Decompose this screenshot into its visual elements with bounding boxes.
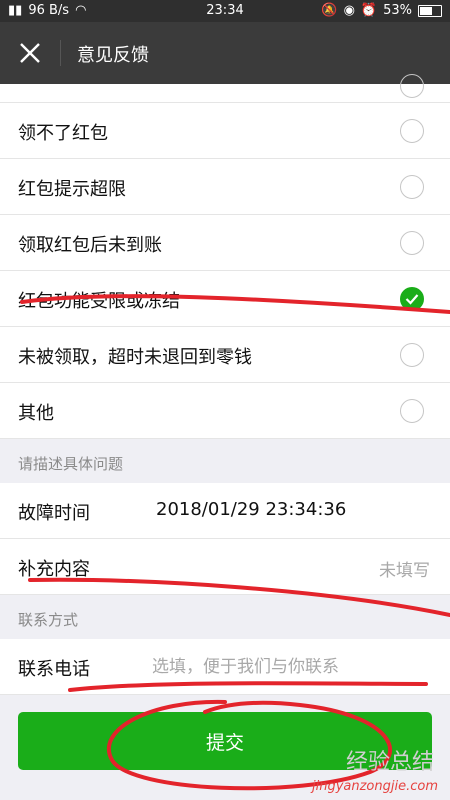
supplement-label: 补充内容 [18,559,90,580]
option-label: 领不了红包 [18,123,108,144]
alarm-icon: ⏰ [360,3,378,18]
option-label: 红包功能受限或冻结 [18,291,180,312]
supplement-status: 未填写 [379,561,430,581]
mute-icon: 🔕 [321,3,338,18]
submit-label: 提交 [205,731,244,754]
feedback-form: 领不了红包 红包提示超限 领取红包后未到账 红包功能受限或冻结 未被领取，超时未… [0,74,450,695]
phone-row: 联系电话 [0,639,450,695]
phone-label: 联系电话 [18,659,90,680]
checkmark-icon[interactable] [400,287,424,311]
close-button[interactable] [12,35,48,71]
radio-icon[interactable] [400,231,424,255]
section-label: 联系方式 [18,611,79,629]
contact-section-header: 联系方式 [0,595,450,639]
option-row[interactable]: 其他 [0,383,450,439]
radio-icon[interactable] [400,74,424,98]
radio-icon[interactable] [400,399,424,423]
clock: 23:34 [206,3,244,18]
title-bar: 意见反馈 [0,22,450,84]
option-label: 红包提示超限 [18,179,126,200]
battery-icon [418,4,442,17]
option-row[interactable]: 未被领取，超时未退回到零钱 [0,327,450,383]
section-label: 请描述具体问题 [18,455,124,473]
fault-time-label: 故障时间 [18,503,90,524]
option-label: 其他 [18,403,54,424]
option-row[interactable]: 红包提示超限 [0,159,450,215]
title-divider [60,40,61,66]
describe-section-header: 请描述具体问题 [0,439,450,483]
radio-icon[interactable] [400,343,424,367]
option-row[interactable]: 领取红包后未到账 [0,215,450,271]
page-title: 意见反馈 [77,45,149,66]
watermark-brand: 经验总结 [345,750,434,775]
phone-input[interactable] [150,649,424,685]
option-label: 领取红包后未到账 [18,235,162,256]
battery-percent: 53% [383,3,412,18]
option-row-selected[interactable]: 红包功能受限或冻结 [0,271,450,327]
fault-time-value: 2018/01/29 23:34:36 [156,499,347,520]
status-bar: ▮▮ 96 B/s ◠ 23:34 🔕 ◉ ⏰ 53% [0,0,450,22]
close-icon [20,43,40,63]
radio-icon[interactable] [400,175,424,199]
watermark-site: jingyanzongjie.com [311,779,438,794]
location-icon: ◉ [343,3,355,18]
option-label: 未被领取，超时未退回到零钱 [18,347,252,368]
radio-icon[interactable] [400,119,424,143]
option-row-partial [0,74,450,103]
supplement-row[interactable]: 补充内容 未填写 [0,539,450,595]
option-row[interactable]: 领不了红包 [0,103,450,159]
fault-time-row: 故障时间 2018/01/29 23:34:36 [0,483,450,539]
